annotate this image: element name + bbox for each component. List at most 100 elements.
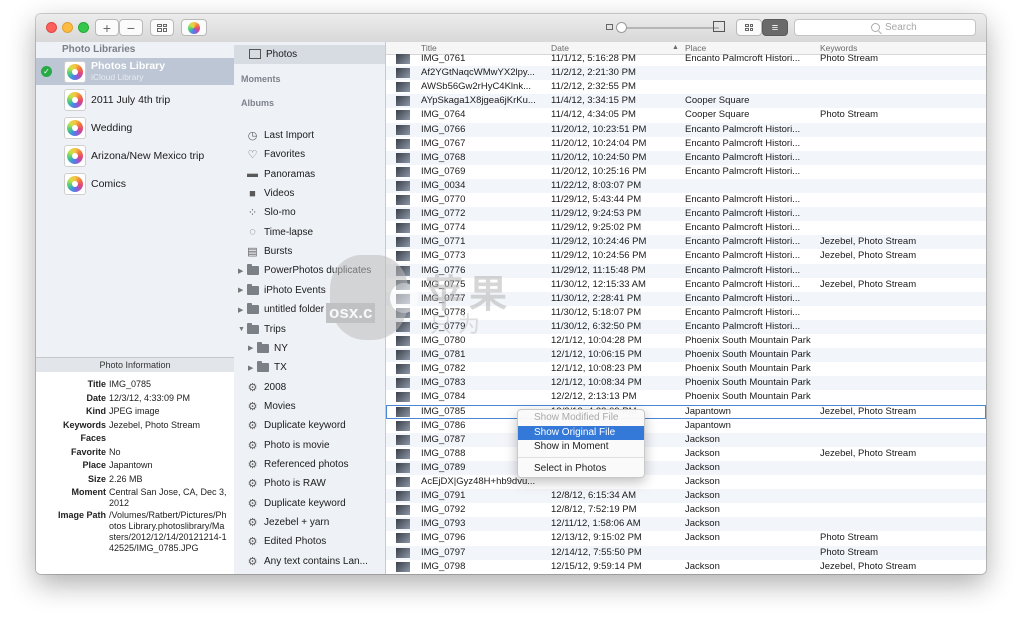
table-row[interactable]: IMG_078512/3/12, 4:33:09 PMJapantownJeze… [386, 404, 986, 419]
table-row[interactable]: IMG_0761 11/1/12, 5:16:28 PM Encanto Palmc… [386, 52, 986, 66]
table-row[interactable]: IMG_0772 11/29/12, 9:24:53 PM Encanto Palm… [386, 207, 986, 222]
table-row[interactable]: IMG_0764 11/4/12, 4:34:05 PM Cooper Square… [386, 108, 986, 122]
table-row[interactable]: IMG_0769 11/20/12, 10:25:16 PM Encanto Pal… [386, 165, 986, 179]
cell-place: Encanto Palmcroft Histori... [685, 320, 801, 332]
library-item-july-4th[interactable]: 2011 July 4th trip [36, 86, 234, 114]
table-row[interactable]: IMG_0777 11/30/12, 2:28:41 PM Encanto Palm… [386, 291, 986, 306]
sidebar-album-item[interactable]: ⚙ Movies [234, 397, 385, 416]
sidebar-album-item[interactable]: ⚙ Jezebel + yarn [234, 513, 385, 532]
table-row[interactable]: IMG_0770 11/29/12, 5:43:44 PM Encanto Palm… [386, 193, 986, 207]
sidebar-album-item[interactable]: ▶ untitled folder [234, 300, 385, 319]
menu-item-show-original-file[interactable]: Show Original File [518, 426, 644, 440]
thumbnail-view-button[interactable] [736, 19, 762, 36]
slider-knob[interactable] [616, 22, 627, 33]
table-row[interactable]: IMG_0774 11/29/12, 9:25:02 PM Encanto Palm… [386, 221, 986, 235]
table-row[interactable]: IMG_0773 11/29/12, 10:24:56 PM Encanto Pal… [386, 249, 986, 263]
view-mode-button[interactable] [150, 19, 174, 36]
disclosure-open-icon[interactable]: ▼ [238, 326, 246, 333]
table-row[interactable]: IMG_0766 11/20/12, 10:23:51 PM Encanto Pal… [386, 122, 986, 137]
cell-title: IMG_0761 [421, 53, 466, 64]
table-row[interactable]: IMG_0796 12/13/12, 9:15:02 PM Jackson Photo… [386, 531, 986, 545]
sidebar-album-item[interactable]: ⚙ Photo is RAW [234, 474, 385, 493]
disclosure-closed-icon[interactable]: ▶ [248, 344, 256, 352]
folder-icon [246, 264, 259, 277]
table-row[interactable]: IMG_0778 11/30/12, 5:18:07 PM Encanto Palm… [386, 306, 986, 320]
sidebar-album-item[interactable]: ⚙ 2008 [234, 378, 385, 397]
sidebar-album-item[interactable]: ▶ NY [234, 339, 385, 358]
table-row[interactable]: IMG_0784 12/2/12, 2:13:13 PM Phoenix South… [386, 390, 986, 404]
sidebar-album-item[interactable]: ⚙ Duplicate keyword [234, 416, 385, 435]
table-row[interactable]: IMG_0776 11/29/12, 11:15:48 PM Encanto Pal… [386, 263, 986, 278]
disclosure-closed-icon[interactable]: ▶ [238, 306, 246, 314]
sidebar-album-item[interactable]: ▶ TX [234, 358, 385, 377]
library-item-comics[interactable]: Comics [36, 170, 234, 198]
sidebar-album-item[interactable]: ⚙ Edited Photos [234, 532, 385, 551]
table-row[interactable]: IMG_0779 11/30/12, 6:32:50 PM Encanto Palm… [386, 319, 986, 334]
sidebar-item-photos[interactable]: Photos [234, 45, 385, 64]
table-row[interactable]: AWSb56Gw2rHyC4Klnk... 11/2/12, 2:32:55 PM [386, 80, 986, 94]
sidebar-album-item[interactable]: ■ Videos [234, 184, 385, 203]
table-row[interactable]: IMG_0789 Jackson [386, 460, 986, 475]
disclosure-closed-icon[interactable]: ▶ [248, 364, 256, 372]
menu-item-show-in-moment[interactable]: Show in Moment [518, 440, 644, 454]
photo-thumbnail [396, 223, 410, 234]
library-item-arizona[interactable]: Arizona/New Mexico trip [36, 142, 234, 170]
sidebar-album-item[interactable]: ▶ iPhoto Events [234, 281, 385, 300]
table-row[interactable]: IMG_0791 12/8/12, 6:15:34 AM Jackson [386, 489, 986, 504]
sidebar-album-item[interactable]: ⚙ Duplicate keyword [234, 494, 385, 513]
table-row[interactable]: Af2YGtNaqcWMwYX2lpy... 11/2/12, 2:21:30 P… [386, 66, 986, 81]
menu-item-show-modified-file[interactable]: Show Modified File [518, 411, 644, 425]
sidebar-album-item[interactable]: ▤ Bursts [234, 242, 385, 261]
table-row[interactable]: IMG_0768 11/20/12, 10:24:50 PM Encanto Pal… [386, 150, 986, 165]
table-row[interactable]: IMG_0786 Japantown [386, 419, 986, 433]
table-row[interactable]: IMG_0798 12/15/12, 9:59:14 PM Jackson Jezeb… [386, 560, 986, 574]
table-row[interactable]: AYpSkaga1X8jgea6jKrKu... 11/4/12, 3:34:15… [386, 94, 986, 109]
table-row[interactable]: IMG_0793 12/11/12, 1:58:06 AM Jackson [386, 517, 986, 532]
cell-place: Encanto Palmcroft Histori... [685, 264, 801, 276]
table-row[interactable]: IMG_0767 11/20/12, 10:24:04 PM Encanto Pal… [386, 137, 986, 151]
thumbnail-size-slider[interactable] [619, 27, 719, 29]
sidebar-album-item[interactable]: ⚙ Photo is movie [234, 436, 385, 455]
sidebar-album-item[interactable]: ◌ Time-lapse [234, 223, 385, 242]
sidebar-album-item[interactable]: ⚙ Any text contains Lan... [234, 552, 385, 571]
sidebar-album-item[interactable]: ⁘ Slo-mo [234, 203, 385, 222]
table-row[interactable]: IMG_0780 12/1/12, 10:04:28 PM Phoenix Sout… [386, 334, 986, 348]
table-row[interactable]: IMG_0771 11/29/12, 10:24:46 PM Encanto Pal… [386, 235, 986, 250]
sidebar-album-item[interactable]: ⚙Aperture 2.8 [234, 571, 385, 574]
open-photos-button[interactable] [181, 19, 207, 36]
table-row[interactable]: IMG_0797 12/14/12, 7:55:50 PM Photo Stream [386, 545, 986, 560]
cell-title: IMG_0792 [421, 504, 466, 516]
sidebar-album-item[interactable]: ▬ Panoramas [234, 165, 385, 184]
sidebar-album-item[interactable]: ▶ PowerPhotos duplicates [234, 261, 385, 280]
library-item-photos-library[interactable]: ✓ Photos Library iCloud Library [36, 58, 234, 85]
table-row[interactable]: IMG_0783 12/1/12, 10:08:34 PM Phoenix Sout… [386, 376, 986, 391]
close-window-button[interactable] [46, 22, 57, 33]
table-row[interactable]: IMG_0792 12/8/12, 7:52:19 PM Jackson [386, 503, 986, 517]
sidebar-album-item[interactable]: ▼ Trips [234, 320, 385, 339]
zoom-window-button[interactable] [78, 22, 89, 33]
table-row[interactable]: IMG_0787 Jackson [386, 432, 986, 447]
disclosure-closed-icon[interactable]: ▶ [238, 267, 246, 275]
moments-header[interactable]: Moments [241, 74, 281, 84]
table-row[interactable]: AcEjDX|Gyz48H+hb9dvu... Jackson [386, 475, 986, 489]
library-item-wedding[interactable]: Wedding [36, 114, 234, 142]
list-view-button[interactable]: ≡ [762, 19, 788, 36]
add-button[interactable]: + [95, 19, 119, 36]
cell-title: IMG_0791 [421, 490, 466, 502]
remove-button[interactable]: − [119, 19, 143, 36]
minimize-window-button[interactable] [62, 22, 73, 33]
search-field[interactable]: Search [794, 19, 976, 36]
disclosure-closed-icon[interactable]: ▶ [238, 286, 246, 294]
sidebar-album-item[interactable]: ⚙ Referenced photos [234, 455, 385, 474]
sidebar-album-item[interactable]: ◷ Last Import [234, 126, 385, 145]
table-row[interactable]: IMG_0034 11/22/12, 8:03:07 PM [386, 178, 986, 193]
album-label: iPhoto Events [264, 284, 326, 296]
table-row[interactable]: IMG_0782 12/1/12, 10:08:23 PM Phoenix Sout… [386, 362, 986, 376]
table-row[interactable]: IMG_0781 12/1/12, 10:06:15 PM Phoenix Sout… [386, 348, 986, 363]
table-row[interactable]: IMG_0788 Jackson Jezebel, Photo Stream [386, 447, 986, 461]
album-label: Referenced photos [264, 458, 349, 470]
cell-date: 11/29/12, 9:25:02 PM [551, 222, 642, 234]
menu-item-select-in-photos[interactable]: Select in Photos [518, 462, 644, 476]
sidebar-album-item[interactable]: ♡ Favorites [234, 145, 385, 164]
table-row[interactable]: IMG_0775 11/30/12, 12:15:33 AM Encanto Pal… [386, 278, 986, 292]
